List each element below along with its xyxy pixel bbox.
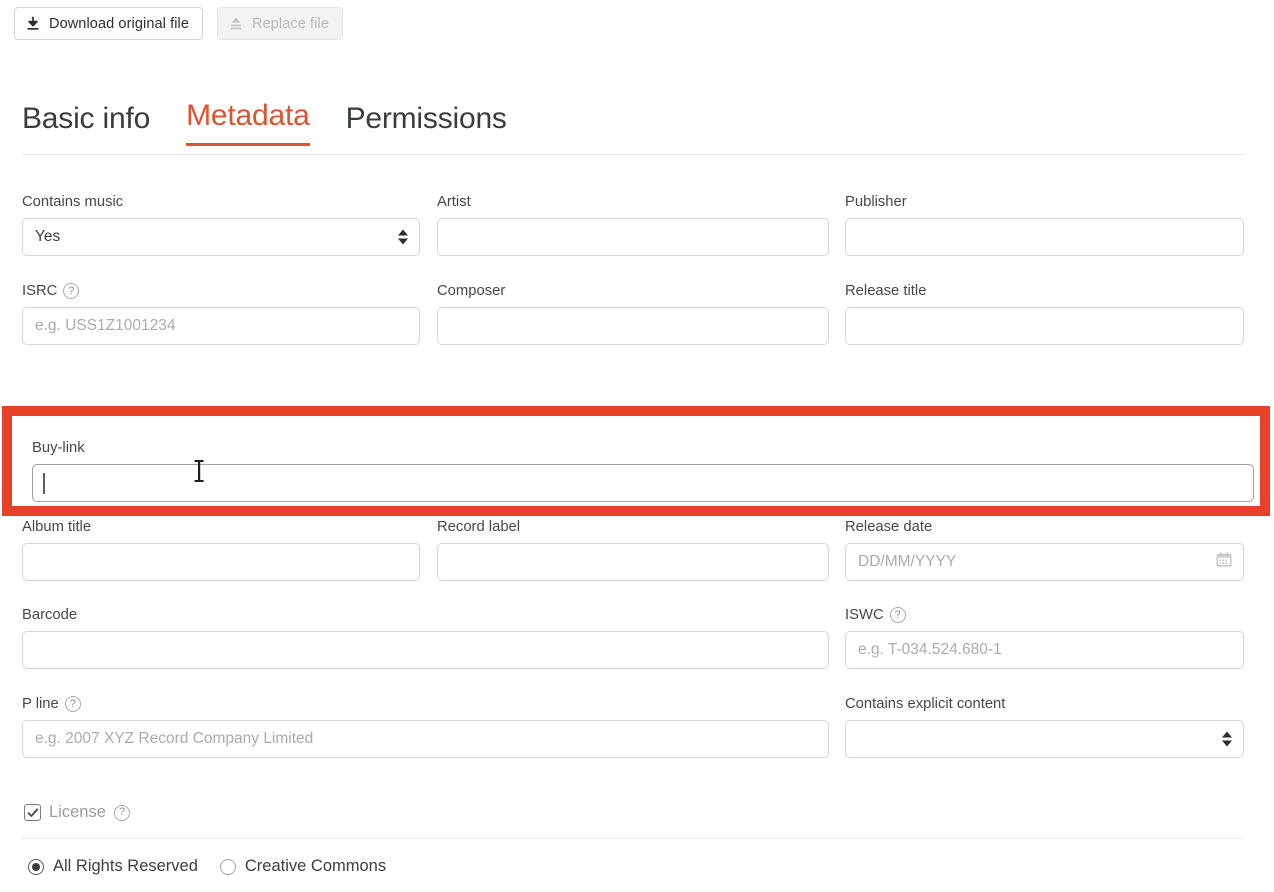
- file-actions-toolbar: Download original file Replace file: [14, 7, 343, 40]
- tab-metadata[interactable]: Metadata: [186, 97, 310, 146]
- contains-explicit-content-label: Contains explicit content: [845, 695, 1244, 713]
- record-label-input[interactable]: [437, 543, 829, 581]
- help-icon[interactable]: ?: [113, 804, 130, 821]
- field-buy-link: Buy-link: [32, 439, 1254, 502]
- release-title-label: Release title: [845, 282, 1244, 300]
- upload-icon: [229, 16, 243, 31]
- release-date-label-text: Release date: [845, 519, 933, 535]
- radio-creative-commons-indicator[interactable]: [219, 858, 236, 875]
- buy-link-label-text: Buy-link: [32, 440, 85, 456]
- tab-basic-info[interactable]: Basic info: [22, 100, 150, 146]
- replace-file-label: Replace file: [252, 15, 329, 32]
- field-composer: Composer: [437, 282, 829, 345]
- barcode-label: Barcode: [22, 606, 829, 624]
- text-caret: [43, 473, 45, 494]
- publisher-input[interactable]: [845, 218, 1244, 256]
- p-line-input[interactable]: [22, 720, 829, 758]
- tab-bar: Basic info Metadata Permissions: [22, 97, 507, 146]
- radio-creative-commons-label: Creative Commons: [244, 857, 387, 875]
- contains-explicit-content-select[interactable]: [845, 720, 1244, 758]
- field-publisher: Publisher: [845, 193, 1244, 256]
- field-contains-music: Contains music: [22, 193, 420, 256]
- help-icon[interactable]: ?: [63, 283, 80, 299]
- release-date-input-wrap: [845, 543, 1244, 581]
- download-icon: [26, 16, 40, 31]
- iswc-label-text: ISWC: [845, 607, 884, 623]
- contains-explicit-content-label-text: Contains explicit content: [845, 696, 1006, 712]
- publisher-label-text: Publisher: [845, 194, 907, 210]
- iswc-label: ISWC ?: [845, 606, 1244, 624]
- license-checkbox[interactable]: [24, 804, 41, 821]
- contains-music-label: Contains music: [22, 193, 420, 211]
- radio-creative-commons[interactable]: Creative Commons: [219, 857, 387, 876]
- field-release-date: Release date: [845, 518, 1244, 581]
- contains-music-select[interactable]: [22, 218, 420, 256]
- release-date-input[interactable]: [845, 543, 1244, 581]
- tab-metadata-label: Metadata: [186, 99, 310, 132]
- release-title-input[interactable]: [845, 307, 1244, 345]
- field-record-label: Record label: [437, 518, 829, 581]
- field-isrc: ISRC ?: [22, 282, 420, 345]
- radio-all-rights-reserved-label: All Rights Reserved: [53, 857, 198, 875]
- contains-music-label-text: Contains music: [22, 194, 124, 210]
- record-label-label: Record label: [437, 518, 829, 536]
- isrc-label-text: ISRC: [22, 283, 58, 299]
- tab-basic-info-label: Basic info: [22, 102, 151, 135]
- tab-divider: [22, 154, 1244, 155]
- release-title-label-text: Release title: [845, 283, 927, 299]
- barcode-input[interactable]: [22, 631, 829, 669]
- help-icon[interactable]: ?: [64, 696, 81, 712]
- tab-permissions[interactable]: Permissions: [346, 100, 507, 146]
- p-line-label-text: P line: [22, 696, 59, 712]
- replace-file-button[interactable]: Replace file: [217, 7, 343, 40]
- download-original-file-label: Download original file: [49, 15, 190, 32]
- composer-input[interactable]: [437, 307, 829, 345]
- field-barcode: Barcode: [22, 606, 829, 669]
- artist-input[interactable]: [437, 218, 829, 256]
- album-title-label: Album title: [22, 518, 420, 536]
- check-icon: [27, 807, 38, 817]
- barcode-label-text: Barcode: [22, 607, 78, 623]
- field-album-title: Album title: [22, 518, 420, 581]
- field-iswc: ISWC ?: [845, 606, 1244, 669]
- p-line-label: P line ?: [22, 695, 829, 713]
- contains-explicit-select-wrap: [845, 720, 1244, 758]
- album-title-input[interactable]: [22, 543, 420, 581]
- field-p-line: P line ?: [22, 695, 829, 758]
- radio-all-rights-reserved[interactable]: All Rights Reserved: [28, 857, 198, 876]
- radio-all-rights-reserved-indicator[interactable]: [28, 858, 44, 875]
- help-icon[interactable]: ?: [889, 607, 906, 623]
- buy-link-label: Buy-link: [32, 439, 1254, 457]
- license-label: License: [49, 803, 106, 821]
- artist-label-text: Artist: [437, 194, 471, 210]
- isrc-label: ISRC ?: [22, 282, 420, 300]
- license-divider: [22, 838, 1244, 839]
- tab-permissions-label: Permissions: [345, 102, 507, 135]
- publisher-label: Publisher: [845, 193, 1244, 211]
- release-date-label: Release date: [845, 518, 1244, 536]
- artist-label: Artist: [437, 193, 829, 211]
- download-original-file-button[interactable]: Download original file: [14, 7, 204, 40]
- composer-label: Composer: [437, 282, 829, 300]
- buy-link-highlight-box: Buy-link: [2, 406, 1270, 516]
- record-label-label-text: Record label: [437, 519, 521, 535]
- composer-label-text: Composer: [437, 283, 506, 299]
- album-title-label-text: Album title: [22, 519, 92, 535]
- field-artist: Artist: [437, 193, 829, 256]
- contains-music-select-wrap: [22, 218, 420, 256]
- iswc-input[interactable]: [845, 631, 1244, 669]
- field-release-title: Release title: [845, 282, 1244, 345]
- license-checkbox-row[interactable]: License ?: [24, 803, 130, 822]
- buy-link-input-wrap: [32, 464, 1254, 502]
- buy-link-input[interactable]: [32, 464, 1254, 502]
- field-contains-explicit-content: Contains explicit content: [845, 695, 1244, 758]
- isrc-input[interactable]: [22, 307, 420, 345]
- license-options-group: All Rights Reserved Creative Commons: [28, 857, 386, 876]
